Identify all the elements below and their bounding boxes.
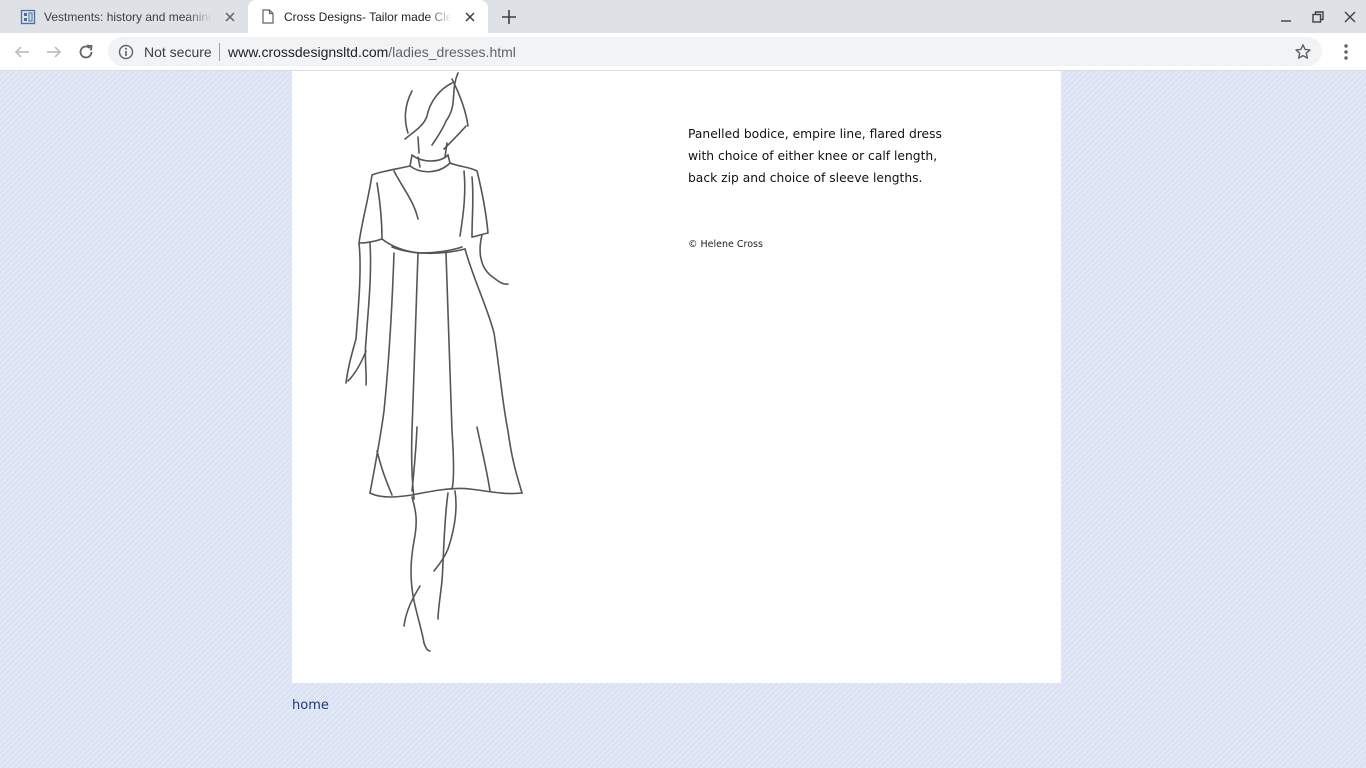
restore-button[interactable] [1302,0,1334,33]
info-icon[interactable] [118,44,134,60]
tab-title: Vestments: history and meaning [44,9,212,24]
close-icon [1344,11,1356,22]
menu-button[interactable] [1334,40,1358,64]
url-path: /ladies_dresses.html [388,44,516,60]
back-button[interactable] [10,40,34,64]
page-grid-icon [20,9,36,25]
forward-button[interactable] [42,40,66,64]
url-host: www.crossdesignsltd.com [228,44,389,60]
url-text[interactable]: www.crossdesignsltd.com/ladies_dresses.h… [228,44,516,60]
browser-toolbar: Not secure www.crossdesignsltd.com/ladie… [0,33,1366,71]
content-panel: Panelled bodice, empire line, flared dre… [292,71,1061,683]
star-icon[interactable] [1294,43,1312,61]
more-vert-icon [1344,44,1348,60]
arrow-right-icon [47,46,62,58]
address-bar[interactable]: Not secure www.crossdesignsltd.com/ladie… [108,37,1322,66]
description-line: back zip and choice of sleeve lengths. [688,171,923,185]
document-icon [260,9,276,25]
page-viewport: Panelled bodice, empire line, flared dre… [0,71,1366,768]
security-label[interactable]: Not secure [144,44,212,60]
minimize-icon [1281,19,1291,22]
product-description: Panelled bodice, empire line, flared dre… [688,123,988,189]
description-line: with choice of either knee or calf lengt… [688,149,938,163]
new-tab-button[interactable] [498,6,520,28]
reload-button[interactable] [74,40,98,64]
divider [219,43,220,61]
tab-cross-designs[interactable]: Cross Designs- Tailor made Clergy [248,0,488,33]
restore-icon [1312,10,1324,23]
dress-sketch-image [345,72,523,652]
arrow-left-icon [14,46,29,58]
home-link[interactable]: home [292,698,329,713]
tab-title: Cross Designs- Tailor made Clergy [284,9,452,24]
minimize-button[interactable] [1270,0,1302,33]
close-icon[interactable] [222,9,238,25]
plus-icon [502,10,516,24]
reload-icon [79,44,93,59]
copyright-notice: © Helene Cross [688,239,763,250]
close-icon[interactable] [462,9,478,25]
description-line: Panelled bodice, empire line, flared dre… [688,127,942,141]
tab-vestments[interactable]: Vestments: history and meaning [8,0,248,33]
tab-strip: Vestments: history and meaning Cross Des… [0,0,1366,33]
close-window-button[interactable] [1334,0,1366,33]
